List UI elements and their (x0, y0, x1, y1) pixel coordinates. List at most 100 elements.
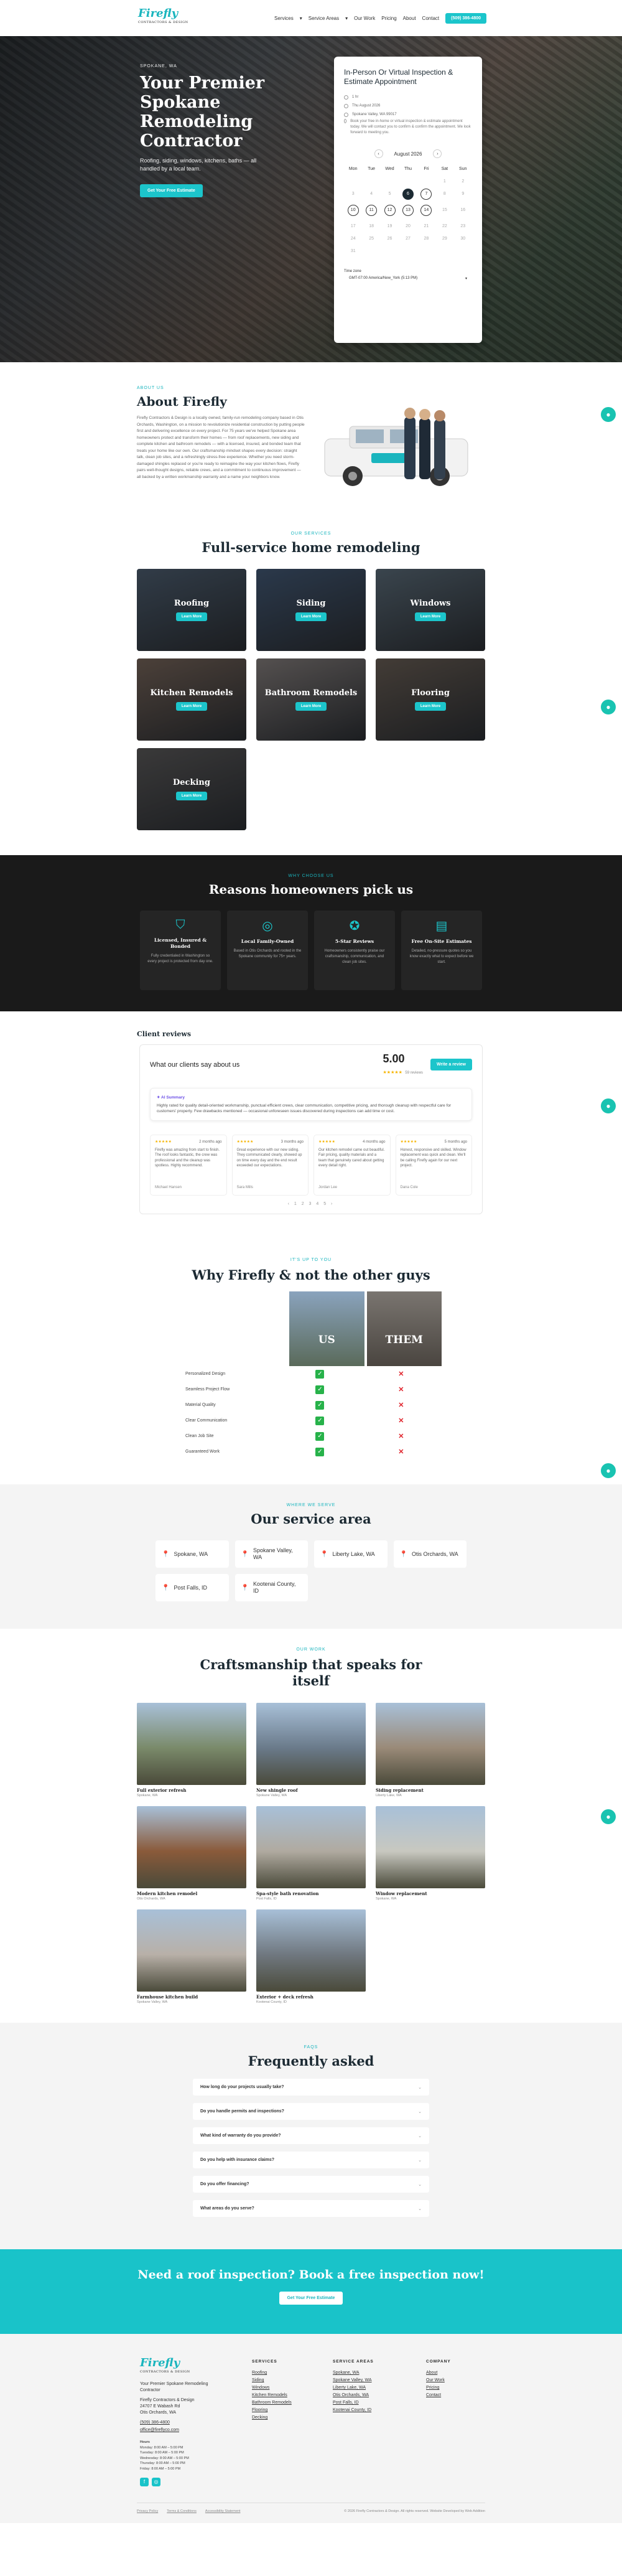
calendar-day[interactable]: 3 (344, 192, 362, 200)
instagram-icon[interactable]: ◎ (152, 2478, 160, 2486)
phone-button[interactable]: (509) 386-4800 (445, 12, 486, 24)
calendar-day[interactable]: 15 (435, 208, 453, 216)
service-card[interactable]: Flooring Learn More (376, 658, 485, 741)
work-card[interactable]: New shingle roof Spokane Valley, WA (256, 1703, 366, 1797)
footer-logo[interactable]: Firefly CONTRACTORS & DESIGN (140, 2358, 227, 2376)
review-card[interactable]: ★★★★★ 5 months ago Honest, responsive and… (395, 1135, 472, 1196)
calendar-day[interactable]: 18 (362, 224, 380, 228)
footer-company-link[interactable]: Pricing (426, 2385, 476, 2391)
learn-more-button[interactable]: Learn More (295, 612, 327, 621)
footer-area-link[interactable]: Spokane Valley, WA (333, 2377, 401, 2384)
learn-more-button[interactable]: Learn More (175, 612, 208, 621)
calendar-day[interactable]: 4 (362, 192, 380, 200)
calendar-day[interactable]: 23 (454, 224, 472, 228)
footer-service-link[interactable]: Decking (252, 2415, 308, 2421)
timezone-select[interactable]: GMT-07:00 America/New_York (5:13 PM) ▾ (344, 276, 472, 281)
area-card[interactable]: 📍 Spokane, WA (156, 1540, 229, 1568)
faq-item[interactable]: What kind of warranty do you provide? ⌄ (193, 2127, 429, 2144)
area-card[interactable]: 📍 Kootenai County, ID (234, 1574, 308, 1601)
calendar-day[interactable]: 20 (399, 224, 417, 228)
calendar-day[interactable]: 24 (344, 237, 362, 241)
chat-bubble-icon[interactable]: ● (601, 700, 616, 714)
service-card[interactable]: Bathroom Remodels Learn More (256, 658, 366, 741)
calendar-day[interactable]: 14 (420, 205, 432, 216)
footer-area-link[interactable]: Otis Orchards, WA (333, 2392, 401, 2399)
calendar-day[interactable]: 21 (417, 224, 435, 228)
faq-item[interactable]: Do you help with insurance claims? ⌄ (193, 2152, 429, 2168)
review-card[interactable]: ★★★★★ 3 months ago Great experience with … (231, 1135, 309, 1196)
calendar-day[interactable]: 10 (347, 205, 359, 216)
footer-area-link[interactable]: Kootenai County, ID (333, 2407, 401, 2414)
service-card[interactable]: Windows Learn More (376, 569, 485, 651)
chat-bubble-icon[interactable]: ● (601, 1463, 616, 1478)
faq-item[interactable]: Do you handle permits and inspections? ⌄ (193, 2103, 429, 2120)
nav-our-work[interactable]: Our Work (354, 16, 375, 21)
calendar-day[interactable]: 28 (417, 237, 435, 241)
work-card[interactable]: Full exterior refresh Spokane, WA (137, 1703, 246, 1797)
review-card[interactable]: ★★★★★ 2 months ago Firefly was amazing fr… (150, 1135, 227, 1196)
work-card[interactable]: Spa-style bath renovation Post Falls, ID (256, 1806, 366, 1901)
learn-more-button[interactable]: Learn More (295, 702, 327, 711)
work-card[interactable]: Modern kitchen remodel Otis Orchards, WA (137, 1806, 246, 1901)
calendar-day[interactable]: 9 (454, 192, 472, 200)
calendar-day[interactable]: 31 (344, 249, 362, 253)
service-card[interactable]: Siding Learn More (256, 569, 366, 651)
footer-service-link[interactable]: Bathroom Remodels (252, 2400, 308, 2406)
footer-area-link[interactable]: Post Falls, ID (333, 2400, 401, 2406)
calendar-day[interactable]: 5 (381, 192, 399, 200)
footer-area-link[interactable]: Liberty Lake, WA (333, 2385, 401, 2391)
calendar-day[interactable]: 1 (435, 179, 453, 184)
learn-more-button[interactable]: Learn More (175, 702, 208, 711)
faq-item[interactable]: What areas do you serve? ⌄ (193, 2200, 429, 2217)
cta-button[interactable]: Get Your Free Estimate (279, 2292, 343, 2305)
area-card[interactable]: 📍 Post Falls, ID (156, 1574, 229, 1601)
faq-item[interactable]: How long do your projects usually take? ⌄ (193, 2079, 429, 2096)
footer-email[interactable]: office@fireflyco.com (140, 2427, 227, 2433)
calendar-day[interactable]: 11 (366, 205, 378, 216)
learn-more-button[interactable]: Learn More (414, 612, 447, 621)
hero-estimate-button[interactable]: Get Your Free Estimate (140, 184, 203, 197)
calendar-day[interactable]: 13 (402, 205, 414, 216)
work-card[interactable]: Exterior + deck refresh Kootenai County, … (256, 1909, 366, 2004)
nav-about[interactable]: About (403, 16, 416, 21)
logo[interactable]: Firefly CONTRACTORS & DESIGN (138, 8, 188, 27)
chat-bubble-icon[interactable]: ● (601, 407, 616, 422)
area-card[interactable]: 📍 Liberty Lake, WA (314, 1540, 388, 1568)
calendar-day[interactable]: 25 (362, 237, 380, 241)
area-card[interactable]: 📍 Otis Orchards, WA (393, 1540, 466, 1568)
calendar-day[interactable]: 30 (454, 237, 472, 241)
review-card[interactable]: ★★★★★ 4 months ago Our kitchen remodel ca… (313, 1135, 391, 1196)
work-card[interactable]: Farmhouse kitchen build Spokane Valley, W… (137, 1909, 246, 2004)
work-card[interactable]: Window replacement Spokane, WA (376, 1806, 485, 1901)
calendar-day[interactable]: 6 (402, 189, 414, 200)
footer-phone[interactable]: (509) 386-4800 (140, 2420, 227, 2426)
calendar-day[interactable]: 19 (381, 224, 399, 228)
calendar-day[interactable]: 7 (420, 189, 432, 200)
footer-company-link[interactable]: About (426, 2370, 476, 2376)
write-review-button[interactable]: Write a review (430, 1059, 472, 1070)
calendar-day[interactable]: 22 (435, 224, 453, 228)
learn-more-button[interactable]: Learn More (175, 792, 208, 800)
area-card[interactable]: 📍 Spokane Valley, WA (234, 1540, 308, 1568)
learn-more-button[interactable]: Learn More (414, 702, 447, 711)
chat-bubble-icon[interactable]: ● (601, 1098, 616, 1113)
next-month-icon[interactable]: › (433, 149, 442, 158)
footer-service-link[interactable]: Flooring (252, 2407, 308, 2414)
legal-link[interactable]: Privacy Policy (137, 2509, 158, 2513)
footer-company-link[interactable]: Contact (426, 2392, 476, 2399)
footer-service-link[interactable]: Siding (252, 2377, 308, 2384)
calendar-day[interactable]: 29 (435, 237, 453, 241)
calendar-day[interactable]: 8 (435, 192, 453, 200)
nav-contact[interactable]: Contact (422, 16, 440, 21)
calendar-day[interactable]: 27 (399, 237, 417, 241)
review-pager[interactable]: ‹ 1 2 3 4 5 › (150, 1202, 472, 1206)
legal-link[interactable]: Terms & Conditions (167, 2509, 197, 2513)
footer-area-link[interactable]: Spokane, WA (333, 2370, 401, 2376)
service-card[interactable]: Decking Learn More (137, 748, 246, 830)
footer-service-link[interactable]: Windows (252, 2385, 308, 2391)
calendar-day[interactable]: 2 (454, 179, 472, 184)
facebook-icon[interactable]: f (140, 2478, 149, 2486)
calendar-day[interactable]: 26 (381, 237, 399, 241)
footer-service-link[interactable]: Roofing (252, 2370, 308, 2376)
faq-item[interactable]: Do you offer financing? ⌄ (193, 2176, 429, 2193)
